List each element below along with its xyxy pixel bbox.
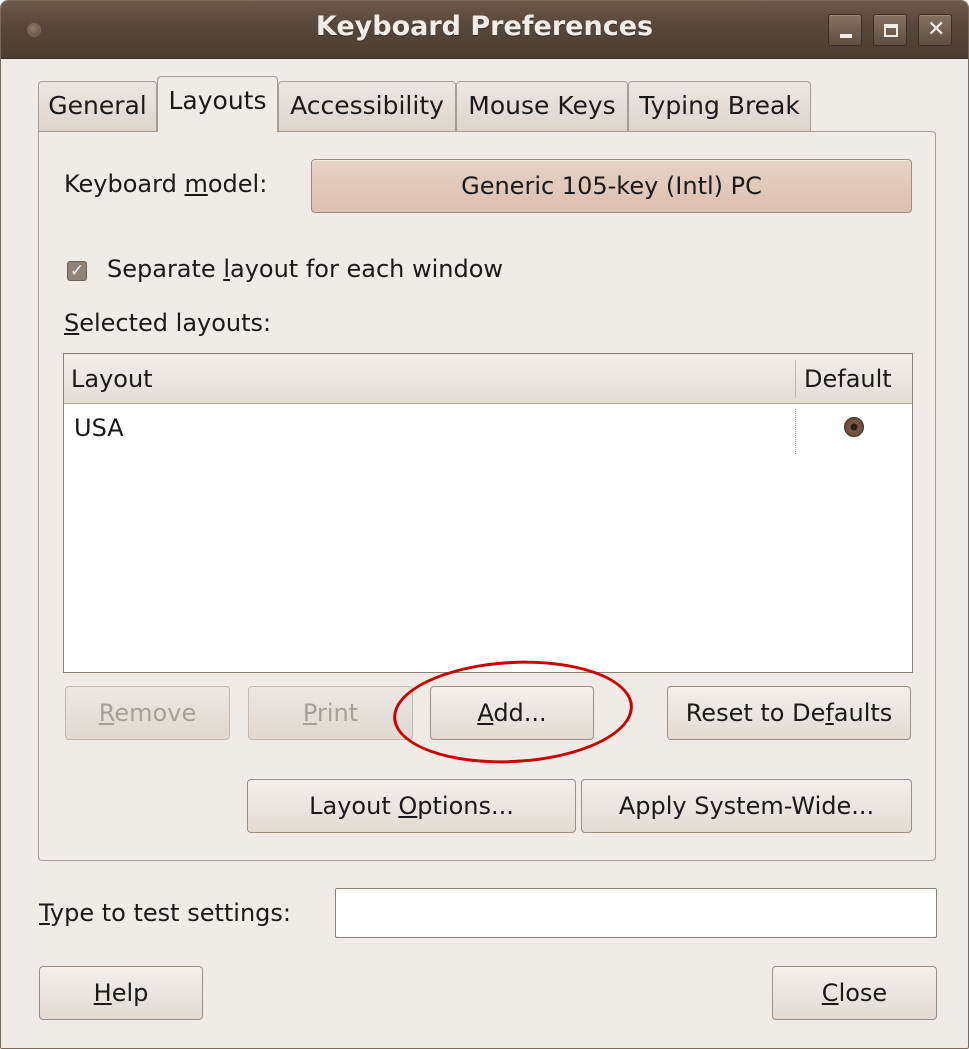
apply-system-wide-button[interactable]: Apply System-Wide... xyxy=(581,779,912,833)
layout-options-label-part: Layout xyxy=(309,792,399,820)
test-settings-input[interactable] xyxy=(335,888,937,938)
keyboard-model-button[interactable]: Generic 105-key (Intl) PC xyxy=(311,159,912,213)
window-title: Keyboard Preferences xyxy=(315,11,654,42)
column-separator[interactable] xyxy=(795,360,796,398)
remove-button[interactable]: Remove xyxy=(65,686,230,740)
close-label: lose xyxy=(838,979,888,1007)
test-settings-label-part: ype to test settings: xyxy=(49,899,291,927)
keyboard-preferences-window: Keyboard Preferences ✕ General Layouts A… xyxy=(0,0,969,1049)
help-label: elp xyxy=(111,979,149,1007)
keyboard-model-label-part: Keyboard xyxy=(64,170,185,198)
layout-row-usa[interactable]: USA xyxy=(74,414,124,442)
test-settings-label: Type to test settings: xyxy=(39,899,291,927)
list-header: Layout Default xyxy=(64,354,912,404)
close-button[interactable]: Close xyxy=(772,966,937,1020)
separate-layout-label-part: ayout for each window xyxy=(230,255,504,283)
reset-label-part: Reset to De xyxy=(685,699,826,727)
tab-accessibility[interactable]: Accessibility xyxy=(278,81,456,131)
separate-layout-label-part: Separate xyxy=(107,255,224,283)
reset-to-defaults-button[interactable]: Reset to Defaults xyxy=(667,686,911,740)
maximize-icon xyxy=(884,24,898,37)
minimize-icon xyxy=(840,34,852,38)
keyboard-model-label: Keyboard model: xyxy=(64,170,267,198)
tab-layouts[interactable]: Layouts xyxy=(157,76,278,132)
column-header-layout[interactable]: Layout xyxy=(71,365,153,393)
print-mnemonic: P xyxy=(302,699,317,727)
keyboard-model-mnemonic: m xyxy=(184,170,208,198)
print-button[interactable]: Print xyxy=(248,686,413,740)
layout-options-button[interactable]: Layout Options... xyxy=(247,779,576,833)
test-settings-mnemonic: T xyxy=(39,899,50,927)
default-radio-usa[interactable] xyxy=(844,417,864,437)
column-header-default[interactable]: Default xyxy=(804,365,892,393)
layout-options-mnemonic: O xyxy=(398,792,418,820)
remove-mnemonic: R xyxy=(98,699,115,727)
help-mnemonic: H xyxy=(93,979,112,1007)
remove-label: emove xyxy=(114,699,197,727)
tab-general[interactable]: General xyxy=(38,81,157,131)
maximize-button[interactable] xyxy=(873,14,907,46)
print-label: rint xyxy=(316,699,359,727)
row-column-separator xyxy=(795,409,796,454)
add-label: dd... xyxy=(493,699,547,727)
separate-layout-mnemonic: l xyxy=(223,255,230,283)
separate-layout-label[interactable]: Separate layout for each window xyxy=(107,255,503,283)
tab-mouse-keys[interactable]: Mouse Keys xyxy=(456,81,628,131)
reset-mnemonic: f xyxy=(825,699,834,727)
reset-label-part: aults xyxy=(833,699,893,727)
keyboard-model-label-part: odel: xyxy=(207,170,268,198)
close-mnemonic: C xyxy=(821,979,839,1007)
add-mnemonic: A xyxy=(477,699,494,727)
separate-layout-checkbox[interactable]: ✓ xyxy=(67,261,87,281)
selected-layouts-label: Selected layouts: xyxy=(64,309,271,337)
selected-layouts-mnemonic: S xyxy=(64,309,80,337)
close-window-button[interactable]: ✕ xyxy=(918,14,952,46)
selected-layouts-list[interactable]: Layout Default USA xyxy=(63,353,913,673)
title-bar[interactable]: Keyboard Preferences ✕ xyxy=(1,1,968,59)
minimize-button[interactable] xyxy=(828,14,862,46)
tab-typing-break[interactable]: Typing Break xyxy=(628,81,811,131)
help-button[interactable]: Help xyxy=(39,966,203,1020)
add-button[interactable]: Add... xyxy=(430,686,594,740)
close-icon: ✕ xyxy=(927,17,946,42)
selected-layouts-label-part: elected layouts: xyxy=(79,309,272,337)
layout-options-label-part: ptions... xyxy=(417,792,514,820)
